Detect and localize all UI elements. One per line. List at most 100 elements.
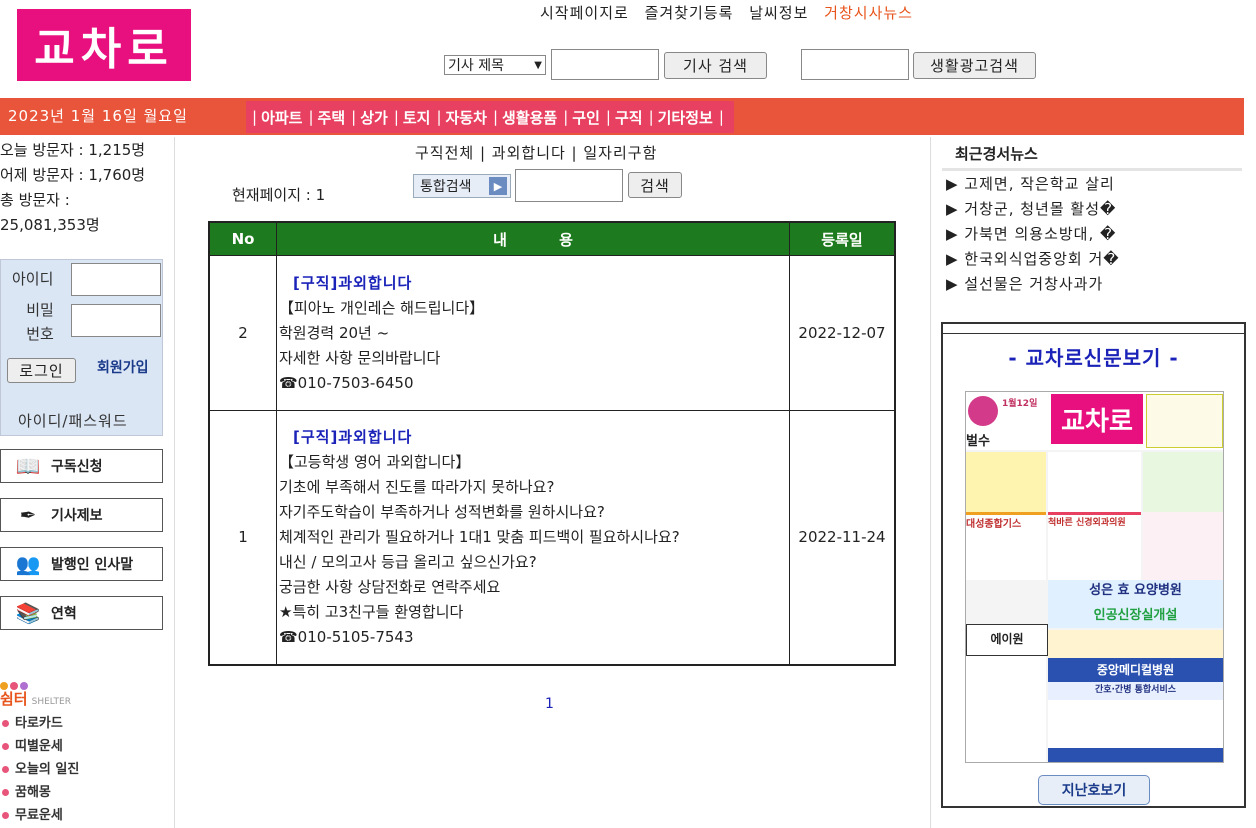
paper-logo: 교차로: [1051, 394, 1143, 444]
paper-ad-2: 대성종합기스: [966, 512, 1046, 583]
site-logo[interactable]: 교차로: [17, 9, 191, 81]
table-row[interactable]: 1 [구직]과외합니다 【고등학생 영어 과외합니다】 기초에 부족해서 진도를…: [208, 410, 896, 665]
row-line: ☎010-5105-7543: [279, 627, 414, 646]
news-link[interactable]: 거창시사뉴스: [824, 4, 913, 22]
nav-hiring[interactable]: 구인: [572, 107, 600, 128]
book-icon: 📖: [15, 454, 41, 478]
join-link[interactable]: 회원가입: [97, 357, 149, 377]
paper-ad-6: 에이원: [966, 624, 1048, 656]
chevron-right-icon: ▶: [489, 177, 507, 195]
news-item[interactable]: ▶ 설선물은 거창사과가: [946, 272, 1120, 297]
bookmark-link[interactable]: 즐겨찾기등록: [645, 4, 734, 22]
nav-apartment[interactable]: 아파트: [261, 107, 302, 128]
news-item[interactable]: ▶ 고제면, 작은학교 살리: [946, 172, 1120, 197]
dream-link[interactable]: 꿈해몽: [2, 781, 79, 804]
paper-ad-8: 간호·간병 통합서비스: [1048, 682, 1223, 700]
news-item[interactable]: ▶ 가북면 의용소방대, �: [946, 222, 1120, 247]
row-title[interactable]: [구직]과외합니다: [279, 425, 787, 450]
row-date: 2022-12-07: [789, 255, 896, 411]
row-content[interactable]: [구직]과외합니다 【고등학생 영어 과외합니다】 기초에 부족해서 진도를 따…: [276, 410, 790, 665]
row-line: 궁금한 사항 상담전화로 연락주세요: [279, 577, 501, 596]
nav-store[interactable]: 상가: [360, 107, 388, 128]
people-icon: 👥: [15, 552, 41, 576]
recent-news-title: 최근경서뉴스: [955, 145, 1038, 163]
visitor-stats: 오늘 방문자 : 1,215명 어제 방문자 : 1,760명 총 방문자 : …: [0, 138, 160, 238]
password-label: 비밀번호: [26, 301, 54, 343]
article-search-button[interactable]: 기사 검색: [664, 52, 767, 79]
daily-fortune-link[interactable]: 오늘의 일진: [2, 758, 79, 781]
row-no: 1: [208, 410, 277, 665]
col-no: No: [208, 221, 277, 256]
nav-job-seeking[interactable]: 구직: [615, 107, 643, 128]
today-visitors: 오늘 방문자 : 1,215명: [0, 141, 146, 159]
zodiac-fortune-link[interactable]: 띠별운세: [2, 735, 79, 758]
newspaper-thumbnail[interactable]: 1월12일 교차로 벌수 대성종합기스 척바른 신경외과의원 성은 효 요양병원…: [965, 391, 1224, 763]
back-issue-button[interactable]: 지난호보기: [1038, 775, 1150, 805]
chevron-down-icon: ▼: [534, 59, 542, 71]
row-date: 2022-11-24: [789, 410, 896, 665]
row-line: 체계적인 관리가 필요하거나 1대1 맞춤 피드백이 필요하시나요?: [279, 527, 680, 546]
board-tabs[interactable]: 구직전체 | 과외합니다 | 일자리구함: [415, 142, 657, 163]
job-table: No 내 용 등록일 2 [구직]과외합니다 【피아노 개인레슨 해드립니다】 …: [208, 221, 896, 666]
paper-date: 1월12일: [1002, 399, 1038, 409]
id-input[interactable]: [71, 263, 161, 296]
ad-search-input[interactable]: [801, 49, 909, 80]
report-button[interactable]: ✒ 기사제보: [0, 498, 163, 532]
shelter-list: 타로카드 띠별운세 오늘의 일진 꿈해몽 무료운세: [2, 712, 79, 827]
find-account-link[interactable]: 아이디/패스워드: [18, 410, 128, 431]
shelter-title: 쉼터 SHELTER: [0, 690, 71, 708]
category-menu: | 아파트 | 주택 | 상가 | 토지 | 자동차 | 생활용품 | 구인 | 구직 | 기타정…: [246, 101, 734, 133]
paper-ad-5: 인공신장실개설: [1093, 608, 1178, 623]
ad-search-button[interactable]: 생활광고검색: [913, 52, 1036, 79]
divider: [942, 168, 1242, 171]
row-title[interactable]: [구직]과외합니다: [279, 271, 787, 296]
row-line: 자세한 사항 문의바랍니다: [279, 348, 441, 367]
free-fortune-link[interactable]: 무료운세: [2, 804, 79, 827]
col-date: 등록일: [789, 221, 896, 256]
row-line: 기초에 부족해서 진도를 따라가지 못하나요?: [279, 477, 555, 496]
nav-car[interactable]: 자동차: [446, 107, 487, 128]
nav-etc[interactable]: 기타정보: [658, 107, 713, 128]
row-line: 내신 / 모의고사 등급 올리고 싶으신가요?: [279, 552, 537, 571]
nav-land[interactable]: 토지: [403, 107, 431, 128]
row-no: 2: [208, 255, 277, 411]
current-date: 2023년 1월 16일 월요일: [8, 107, 188, 125]
pen-icon: ✒: [19, 503, 37, 527]
row-line: 자기주도학습이 부족하거나 성적변화를 원하시나요?: [279, 502, 605, 521]
paper-badge: [968, 396, 998, 426]
news-item[interactable]: ▶ 한국외식업중앙회 거�: [946, 247, 1120, 272]
divider: [930, 137, 931, 828]
row-line: 【고등학생 영어 과외합니다】: [279, 452, 471, 471]
publisher-greeting-button[interactable]: 👥 발행인 인사말: [0, 547, 163, 581]
tarot-link[interactable]: 타로카드: [2, 712, 79, 735]
article-search-select[interactable]: 기사 제목 ▼: [444, 55, 546, 75]
table-header: No 내 용 등록일: [208, 221, 896, 256]
yesterday-visitors: 어제 방문자 : 1,760명: [0, 166, 146, 184]
table-row[interactable]: 2 [구직]과외합니다 【피아노 개인레슨 해드립니다】 학원경력 20년 ~ …: [208, 255, 896, 411]
newspaper-box-bar: [943, 324, 1244, 334]
top-links: 시작페이지로 즐겨찾기등록 날씨정보 거창시사뉴스: [540, 2, 940, 24]
pagination-1[interactable]: 1: [545, 696, 554, 712]
col-content: 내 용: [276, 221, 790, 256]
history-button[interactable]: 📚 연혁: [0, 596, 163, 630]
newspaper-title: - 교차로신문보기 -: [1008, 346, 1179, 370]
current-page: 현재페이지 : 1: [232, 186, 326, 204]
row-content[interactable]: [구직]과외합니다 【피아노 개인레슨 해드립니다】 학원경력 20년 ~ 자세…: [276, 255, 790, 411]
news-item[interactable]: ▶ 거창군, 청년몰 활성�: [946, 197, 1120, 222]
nav-goods[interactable]: 생활용품: [502, 107, 557, 128]
nav-house[interactable]: 주택: [318, 107, 346, 128]
total-visitors: 총 방문자 : 25,081,353명: [0, 191, 100, 234]
board-search-select[interactable]: 통합검색 ▶: [413, 174, 511, 198]
row-line: 학원경력 20년 ~: [279, 323, 390, 342]
board-search-button[interactable]: 검색: [628, 172, 682, 198]
board-search-input[interactable]: [515, 169, 623, 202]
row-line: ☎010-7503-6450: [279, 373, 414, 392]
start-page-link[interactable]: 시작페이지로: [540, 4, 629, 22]
weather-link[interactable]: 날씨정보: [749, 4, 808, 22]
logo-text: 교차로: [34, 24, 174, 75]
paper-ad-1: 벌수: [966, 434, 990, 449]
login-button[interactable]: 로그인: [7, 358, 76, 383]
password-input[interactable]: [71, 304, 161, 337]
subscribe-button[interactable]: 📖 구독신청: [0, 449, 163, 483]
article-search-input[interactable]: [551, 49, 659, 80]
